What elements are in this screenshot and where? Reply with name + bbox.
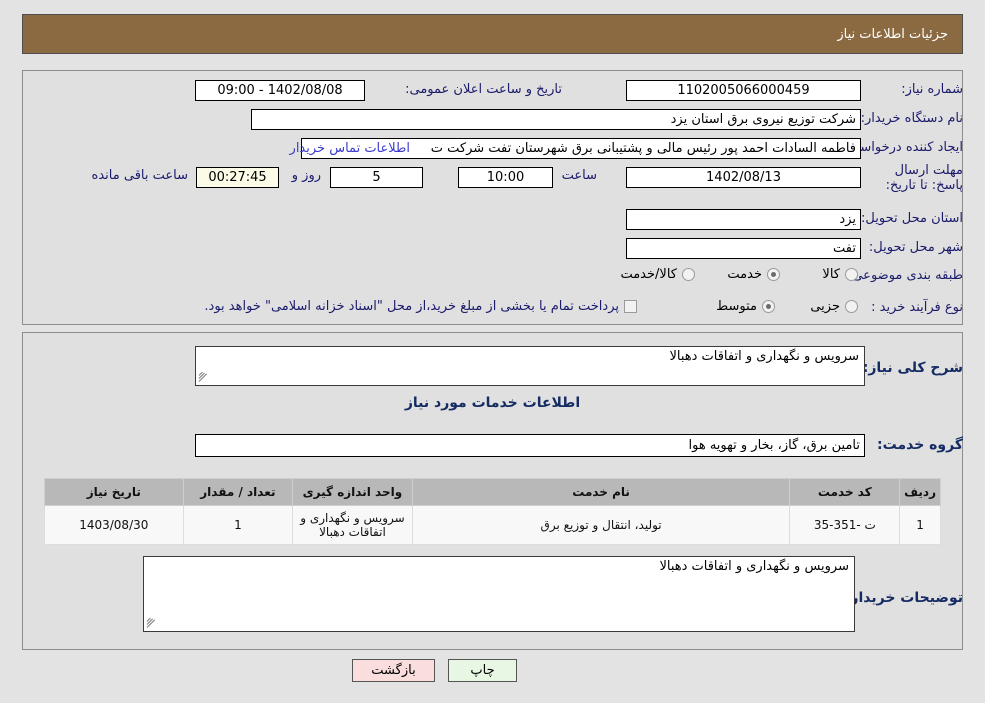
resize-grip-icon[interactable] bbox=[198, 371, 211, 383]
general-description-textarea[interactable]: سرویس و نگهداری و اتفاقات دهبالا bbox=[195, 346, 865, 386]
cell-row: 1 bbox=[899, 505, 941, 545]
services-section-heading: اطلاعات خدمات مورد نیاز bbox=[22, 395, 963, 411]
services-table: ردیف کد خدمت نام خدمت واحد اندازه گیری ت… bbox=[44, 478, 941, 545]
buyer-notes-value: سرویس و نگهداری و اتفاقات دهبالا bbox=[659, 559, 849, 574]
days-remaining-value: 5 bbox=[330, 167, 423, 188]
radio-label-motavaset: متوسط bbox=[716, 299, 757, 314]
table-header-row: ردیف کد خدمت نام خدمت واحد اندازه گیری ت… bbox=[44, 478, 941, 506]
radio-icon-khedmat[interactable] bbox=[767, 268, 780, 281]
print-button[interactable]: چاپ bbox=[448, 659, 517, 682]
announce-datetime-label: تاریخ و ساعت اعلان عمومی: bbox=[405, 82, 562, 97]
radio-category-kala[interactable]: کالا bbox=[822, 267, 858, 282]
buyer-org-label: نام دستگاه خریدار: bbox=[860, 111, 963, 126]
announce-datetime-value: 1402/08/08 - 09:00 bbox=[195, 80, 365, 101]
countdown-suffix-label: ساعت باقی مانده bbox=[91, 168, 188, 183]
radio-icon-kala-khedmat[interactable] bbox=[682, 268, 695, 281]
radio-category-kala-khedmat[interactable]: کالا/خدمت bbox=[620, 267, 695, 282]
radio-process-jozei[interactable]: جزیی bbox=[810, 299, 858, 314]
radio-icon-kala[interactable] bbox=[845, 268, 858, 281]
radio-label-khedmat: خدمت bbox=[727, 267, 762, 282]
column-header-name: نام خدمت bbox=[411, 478, 791, 506]
buyer-org-value: شرکت توزیع نیروی برق استان یزد bbox=[251, 109, 861, 130]
need-number-value: 1102005066000459 bbox=[626, 80, 861, 101]
column-header-date: تاریخ نیاز bbox=[44, 478, 184, 506]
radio-label-jozei: جزیی bbox=[810, 299, 840, 314]
general-description-value: سرویس و نگهداری و اتفاقات دهبالا bbox=[669, 349, 859, 364]
services-section-heading-text: اطلاعات خدمات مورد نیاز bbox=[404, 395, 581, 411]
days-and-label: روز و bbox=[291, 168, 321, 183]
service-group-label: گروه خدمت: bbox=[877, 437, 963, 453]
request-creator-label: ایجاد کننده درخواست: bbox=[843, 140, 963, 155]
deadline-date-value: 1402/08/13 bbox=[626, 167, 861, 188]
delivery-province-label: استان محل تحویل: bbox=[861, 211, 963, 226]
need-number-label: شماره نیاز: bbox=[901, 82, 963, 97]
column-header-code: کد خدمت bbox=[789, 478, 901, 506]
column-header-unit: واحد اندازه گیری bbox=[292, 478, 413, 506]
buyer-contact-link[interactable]: اطلاعات تماس خریدار bbox=[290, 141, 410, 156]
radio-label-kala-khedmat: کالا/خدمت bbox=[620, 267, 677, 282]
deadline-hour-label: ساعت bbox=[561, 168, 597, 183]
radio-label-kala: کالا bbox=[822, 267, 840, 282]
delivery-city-value: تفت bbox=[626, 238, 861, 259]
page-title: جزئیات اطلاعات نیاز bbox=[22, 14, 963, 54]
radio-category-khedmat[interactable]: خدمت bbox=[727, 267, 780, 282]
checkbox-icon-islamic-treasury[interactable] bbox=[624, 300, 637, 313]
category-label: طبقه بندی موضوعی: bbox=[847, 268, 963, 283]
table-row: 1 ت -351-35 تولید، انتقال و توزیع برق سر… bbox=[44, 505, 941, 545]
cell-qty: 1 bbox=[182, 505, 294, 545]
buyer-notes-textarea[interactable]: سرویس و نگهداری و اتفاقات دهبالا bbox=[143, 556, 855, 632]
checkbox-islamic-treasury[interactable]: پرداخت تمام یا بخشی از مبلغ خرید،از محل … bbox=[204, 299, 637, 314]
column-header-row: ردیف bbox=[899, 478, 941, 506]
radio-icon-jozei[interactable] bbox=[845, 300, 858, 313]
countdown-timer: 00:27:45 bbox=[196, 167, 279, 188]
general-description-label: شرح کلی نیاز: bbox=[862, 360, 963, 376]
resize-grip-icon[interactable] bbox=[146, 617, 159, 629]
cell-date: 1403/08/30 bbox=[44, 505, 184, 545]
column-header-qty: تعداد / مقدار bbox=[182, 478, 294, 506]
back-button[interactable]: بازگشت bbox=[352, 659, 435, 682]
deadline-hour-value: 10:00 bbox=[458, 167, 553, 188]
deadline-label: مهلت ارسال پاسخ: تا تاریخ: bbox=[885, 163, 963, 193]
cell-name: تولید، انتقال و توزیع برق bbox=[411, 505, 791, 545]
cell-code: ت -351-35 bbox=[789, 505, 901, 545]
radio-process-motavaset[interactable]: متوسط bbox=[716, 299, 775, 314]
cell-unit: سرویس و نگهداری و اتفاقات دهبالا bbox=[292, 505, 413, 545]
page-title-text: جزئیات اطلاعات نیاز bbox=[837, 26, 948, 42]
process-type-label: نوع فرآیند خرید : bbox=[871, 300, 963, 315]
radio-icon-motavaset[interactable] bbox=[762, 300, 775, 313]
buyer-notes-label: توضیحات خریدار: bbox=[844, 590, 963, 606]
delivery-city-label: شهر محل تحویل: bbox=[868, 240, 963, 255]
checkbox-label-islamic-treasury: پرداخت تمام یا بخشی از مبلغ خرید،از محل … bbox=[204, 299, 619, 314]
service-group-value: تامین برق، گاز، بخار و تهویه هوا bbox=[195, 434, 865, 457]
delivery-province-value: یزد bbox=[626, 209, 861, 230]
